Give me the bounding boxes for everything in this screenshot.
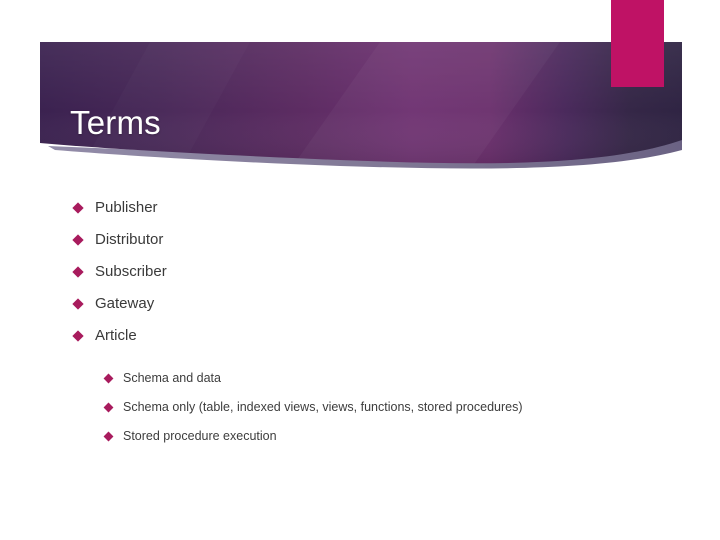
- diamond-bullet-icon: [103, 402, 114, 413]
- sub-list-item-label: Schema and data: [123, 371, 221, 385]
- diamond-bullet-icon: [72, 202, 84, 214]
- list-item-label: Distributor: [95, 231, 164, 248]
- sub-list-item-label: Stored procedure execution: [123, 429, 277, 443]
- list-item: Publisher: [0, 192, 720, 224]
- list-item: Subscriber: [0, 256, 720, 288]
- list-item-label: Article: [95, 327, 137, 344]
- sub-list-item: Schema and data: [0, 366, 720, 395]
- diamond-bullet-icon: [72, 330, 84, 342]
- sub-list-item-label: Schema only (table, indexed views, views…: [123, 400, 523, 414]
- list-item-label: Subscriber: [95, 263, 167, 280]
- diamond-bullet-icon: [72, 234, 84, 246]
- list-item: Distributor: [0, 224, 720, 256]
- slide-canvas: Terms Publisher Distributor Subscriber G…: [0, 0, 720, 540]
- sub-list-item: Stored procedure execution: [0, 424, 720, 453]
- diamond-bullet-icon: [72, 298, 84, 310]
- content-placeholder: Publisher Distributor Subscriber Gateway…: [0, 192, 720, 453]
- list-item-label: Publisher: [95, 199, 158, 216]
- list-item: Article: [0, 320, 720, 352]
- diamond-bullet-icon: [103, 431, 114, 442]
- page-title: Terms: [70, 104, 161, 142]
- list-item-label: Gateway: [95, 295, 155, 312]
- sub-list-item: Schema only (table, indexed views, views…: [0, 395, 720, 424]
- accent-tab: [611, 0, 664, 87]
- diamond-bullet-icon: [72, 266, 84, 278]
- diamond-bullet-icon: [103, 373, 114, 384]
- slide-header-graphic: [40, 0, 682, 169]
- list-item: Gateway: [0, 288, 720, 320]
